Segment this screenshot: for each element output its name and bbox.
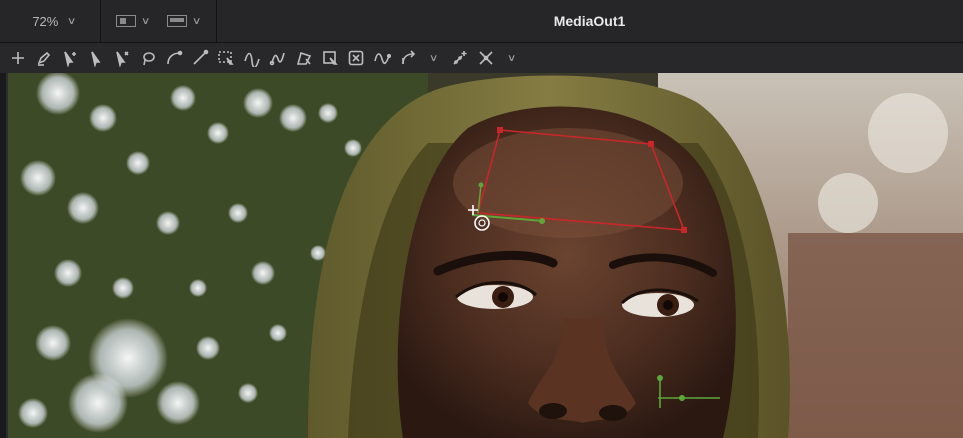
lasso-icon[interactable] [136, 46, 160, 70]
add-icon[interactable] [6, 46, 30, 70]
viewer-header: 72% ∨ ∨ ∨ MediaOut1 [0, 0, 963, 43]
more-dropdown-icon[interactable]: ∨ [500, 46, 524, 70]
points-add-icon[interactable] [448, 46, 472, 70]
curve-icon[interactable] [162, 46, 186, 70]
select-remove-icon[interactable] [110, 46, 134, 70]
select-add-icon[interactable] [58, 46, 82, 70]
chevron-down-icon[interactable]: ∨ [192, 16, 202, 27]
pen-icon[interactable] [32, 46, 56, 70]
mask-toolbar: ∨ ∨ [0, 43, 963, 73]
viewer-canvas[interactable] [8, 73, 963, 438]
wave-icon[interactable] [240, 46, 264, 70]
box-close-icon[interactable] [344, 46, 368, 70]
single-view-icon[interactable] [115, 15, 136, 27]
zoom-value: 72% [32, 13, 59, 29]
bspline-icon[interactable] [370, 46, 394, 70]
dropdown-icon[interactable]: ∨ [422, 46, 446, 70]
rect-mask-icon[interactable] [318, 46, 342, 70]
line-icon[interactable] [188, 46, 212, 70]
points-remove-icon[interactable] [474, 46, 498, 70]
transform-icon[interactable] [396, 46, 420, 70]
chevron-down-icon: ∨ [67, 15, 77, 27]
rect-select-icon[interactable] [214, 46, 238, 70]
select-icon[interactable] [84, 46, 108, 70]
zoom-selector[interactable]: 72% ∨ [8, 0, 101, 42]
polygon-select-icon[interactable] [292, 46, 316, 70]
spline-icon[interactable] [266, 46, 290, 70]
viewer-image [8, 73, 963, 438]
chevron-down-icon[interactable]: ∨ [141, 16, 151, 27]
display-view-icon[interactable] [167, 15, 187, 27]
view-layout-controls: ∨ ∨ [100, 0, 217, 42]
viewer-title: MediaOut1 [553, 13, 626, 29]
